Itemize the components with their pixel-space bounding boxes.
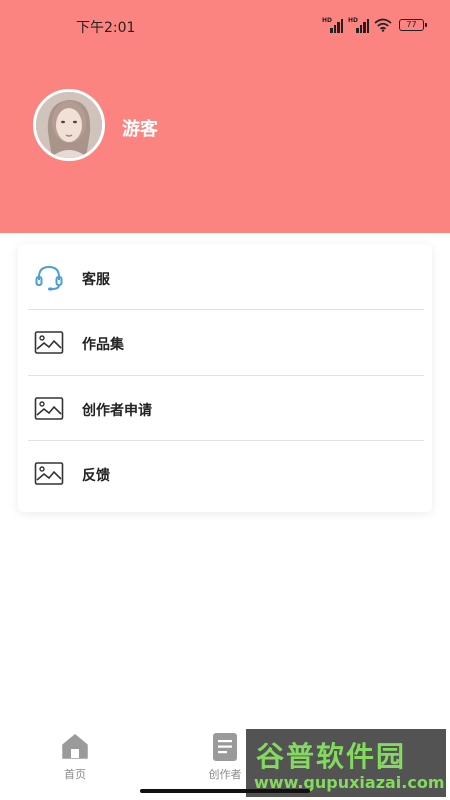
- avatar-photo: [36, 92, 102, 158]
- menu-item-feedback[interactable]: 反馈: [18, 441, 432, 506]
- tab-label: 首页: [64, 768, 86, 781]
- battery-icon: 77: [399, 19, 427, 31]
- menu-item-customer-service[interactable]: 客服: [18, 245, 432, 310]
- signal-icon-sim2: HD: [348, 17, 370, 33]
- profile-header: 下午2:01 HD HD 77 游客: [0, 0, 450, 233]
- tab-home[interactable]: 首页: [45, 728, 105, 788]
- menu-item-label: 作品集: [82, 337, 124, 353]
- home-icon: [62, 734, 88, 759]
- menu-item-portfolio[interactable]: 作品集: [18, 310, 432, 375]
- document-icon: [213, 733, 237, 761]
- username: 游客: [122, 119, 158, 140]
- battery-level: 77: [406, 20, 417, 29]
- menu-item-label: 创作者申请: [82, 403, 152, 419]
- image-icon: [34, 331, 64, 354]
- avatar[interactable]: [33, 89, 105, 161]
- image-icon: [34, 462, 64, 485]
- status-bar: 下午2:01 HD HD 77: [0, 0, 450, 50]
- hd-label: HD: [322, 17, 333, 24]
- home-indicator[interactable]: [140, 789, 310, 793]
- watermark-title: 谷普软件园: [256, 740, 407, 773]
- wifi-icon: [374, 18, 392, 32]
- hd-label: HD: [348, 17, 359, 24]
- menu-item-creator-application[interactable]: 创作者申请: [18, 376, 432, 441]
- menu-item-label: 反馈: [82, 468, 110, 484]
- status-time: 下午2:01: [76, 20, 136, 36]
- watermark: 谷普软件园 www.gupuxiazai.com: [246, 729, 446, 797]
- menu-card: 客服 作品集 创作者申请 反馈: [18, 244, 432, 512]
- image-icon: [34, 397, 64, 420]
- menu-item-label: 客服: [82, 272, 110, 288]
- signal-icon-sim1: HD: [322, 17, 344, 33]
- headset-icon: [35, 265, 63, 291]
